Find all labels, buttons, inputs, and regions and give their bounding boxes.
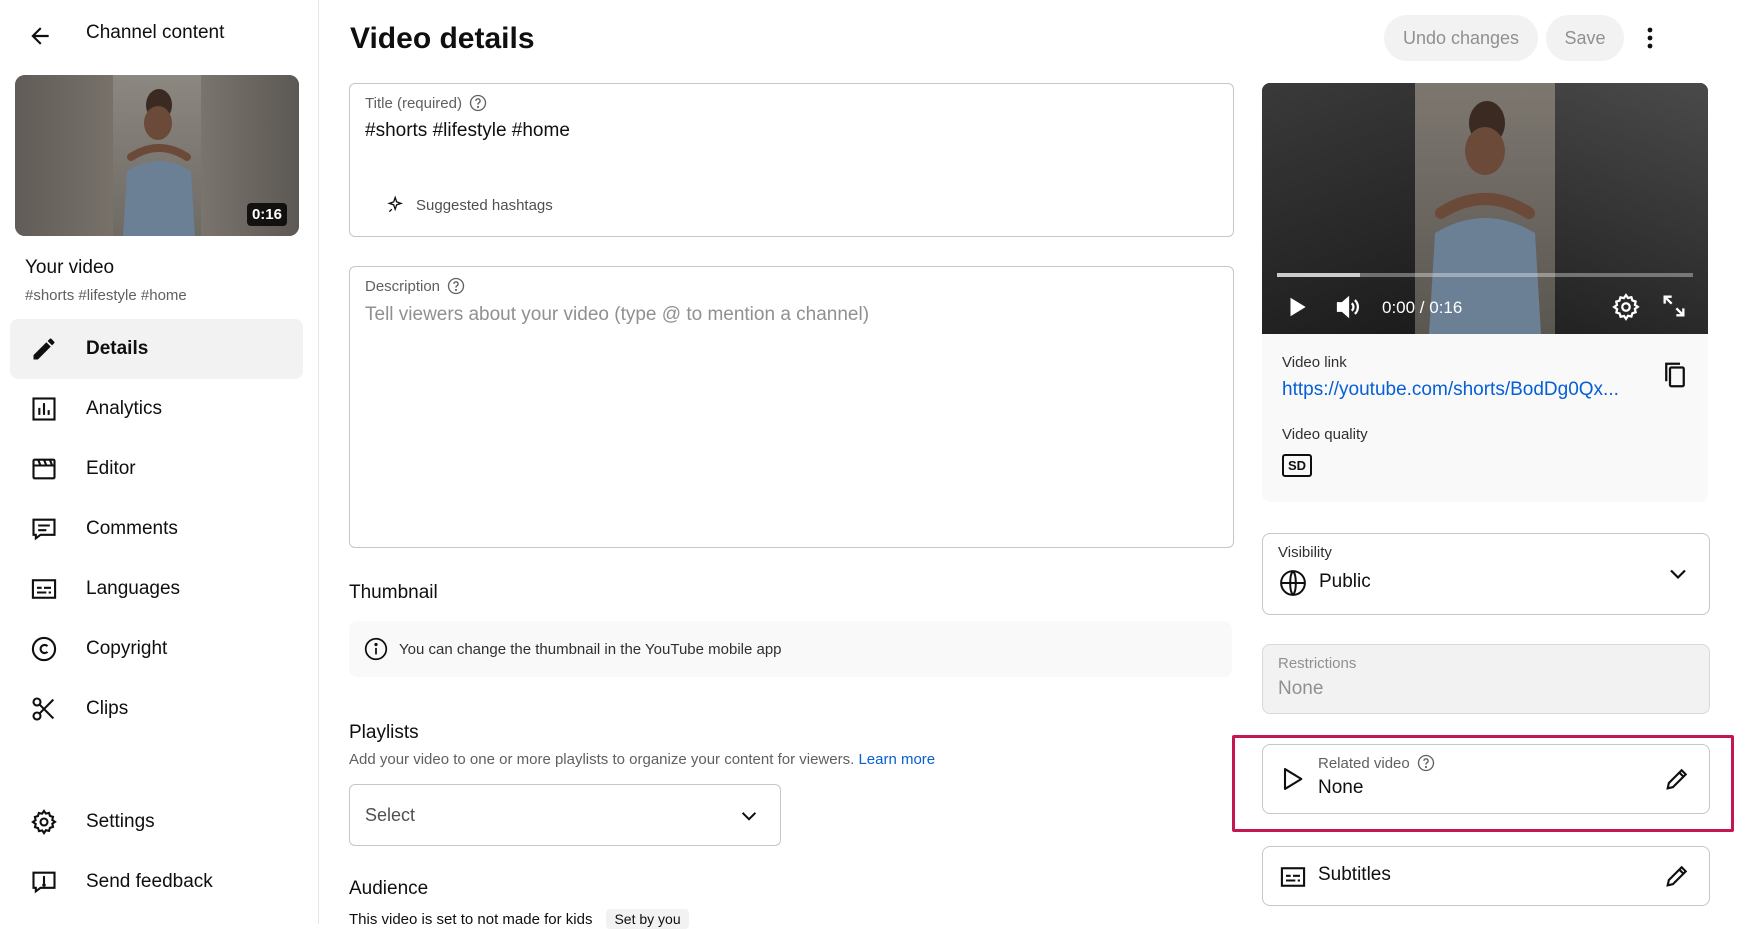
- nav-comments-label: Comments: [86, 518, 178, 539]
- clapperboard-icon: [24, 449, 64, 489]
- video-thumbnail[interactable]: 0:16: [15, 75, 299, 236]
- visibility-dropdown[interactable]: Visibility Public: [1262, 533, 1710, 615]
- thumbnail-info: You can change the thumbnail in the YouT…: [349, 621, 1232, 677]
- pencil-icon: [24, 329, 64, 369]
- video-progress-track[interactable]: [1277, 273, 1693, 277]
- undo-changes-button[interactable]: Undo changes: [1384, 15, 1538, 61]
- visibility-value: Public: [1319, 571, 1371, 592]
- video-link-label: Video link: [1282, 354, 1347, 371]
- subtitles-field[interactable]: Subtitles: [1262, 846, 1710, 906]
- nav-comments[interactable]: Comments: [10, 499, 303, 559]
- save-button[interactable]: Save: [1546, 15, 1624, 61]
- nav-details[interactable]: Details: [10, 319, 303, 379]
- thumbnail-heading: Thumbnail: [349, 582, 438, 603]
- visibility-label: Visibility: [1278, 544, 1332, 561]
- restrictions-field: Restrictions None: [1262, 644, 1710, 714]
- video-time: 0:00 / 0:16: [1382, 298, 1463, 317]
- back-arrow-icon[interactable]: [22, 18, 58, 54]
- sd-quality-badge: SD: [1282, 454, 1312, 477]
- description-label-text: Description: [365, 277, 441, 295]
- nav-clips-label: Clips: [86, 698, 129, 719]
- settings-icon[interactable]: [1611, 292, 1641, 322]
- related-video-highlight: [1232, 735, 1734, 832]
- playlist-select[interactable]: Select: [349, 784, 781, 846]
- play-icon[interactable]: [1284, 293, 1310, 321]
- nav-send-feedback[interactable]: Send feedback: [10, 852, 303, 912]
- volume-icon[interactable]: [1332, 292, 1364, 322]
- feedback-icon: [24, 862, 64, 902]
- nav-editor[interactable]: Editor: [10, 439, 303, 499]
- video-preview-card: 0:00 / 0:16 Video link https://youtube.c…: [1262, 83, 1708, 502]
- globe-icon: [1280, 570, 1306, 596]
- info-icon: [364, 637, 388, 661]
- nav-details-label: Details: [86, 338, 149, 359]
- nav-settings[interactable]: Settings: [10, 792, 303, 852]
- nav-send-feedback-label: Send feedback: [86, 871, 213, 892]
- video-player[interactable]: 0:00 / 0:16: [1262, 83, 1708, 334]
- nav-analytics[interactable]: Analytics: [10, 379, 303, 439]
- title-input[interactable]: #shorts #lifestyle #home: [365, 120, 570, 142]
- subtitles-label: Subtitles: [1318, 864, 1391, 885]
- nav-editor-label: Editor: [86, 458, 136, 479]
- sparkle-icon: [387, 195, 404, 213]
- video-quality-label: Video quality: [1282, 426, 1368, 443]
- thumbnail-duration: 0:16: [246, 203, 287, 226]
- nav-settings-label: Settings: [86, 811, 155, 832]
- edit-pencil-icon[interactable]: [1663, 862, 1691, 890]
- help-icon[interactable]: [468, 93, 488, 113]
- audience-status-text: This video is set to not made for kids: [349, 910, 593, 928]
- subtitles-icon: [24, 569, 64, 609]
- audience-status: This video is set to not made for kids S…: [349, 909, 689, 929]
- restrictions-label: Restrictions: [1278, 655, 1357, 672]
- thumbnail-info-text: You can change the thumbnail in the YouT…: [399, 640, 782, 658]
- playlists-description: Add your video to one or more playlists …: [349, 751, 935, 768]
- video-link[interactable]: https://youtube.com/shorts/BodDg0Qx...: [1282, 379, 1652, 401]
- fullscreen-icon[interactable]: [1660, 292, 1688, 320]
- audience-badge: Set by you: [606, 909, 689, 929]
- playlists-description-text: Add your video to one or more playlists …: [349, 751, 855, 768]
- suggested-hashtags-button[interactable]: Suggested hashtags: [386, 195, 553, 215]
- your-video-tags: #shorts #lifestyle #home: [25, 287, 187, 304]
- nav-analytics-label: Analytics: [86, 398, 163, 419]
- more-options-icon[interactable]: [1630, 18, 1670, 58]
- title-field[interactable]: Title (required) #shorts #lifestyle #hom…: [349, 83, 1234, 237]
- chevron-down-icon: [741, 812, 757, 821]
- nav-copyright-label: Copyright: [86, 638, 168, 659]
- suggested-hashtags-label: Suggested hashtags: [416, 196, 553, 214]
- restrictions-value: None: [1278, 678, 1324, 699]
- comment-icon: [24, 509, 64, 549]
- copyright-icon: [24, 629, 64, 669]
- nav-languages[interactable]: Languages: [10, 559, 303, 619]
- scissors-icon: [24, 689, 64, 729]
- sidebar: Channel content 0:16 Your video #shorts …: [0, 0, 319, 924]
- nav-clips[interactable]: Clips: [10, 679, 303, 739]
- title-field-label: Title (required): [365, 93, 488, 113]
- title-label-text: Title (required): [365, 94, 462, 112]
- analytics-icon: [24, 389, 64, 429]
- channel-content-title: Channel content: [86, 22, 225, 43]
- playlists-heading: Playlists: [349, 722, 419, 743]
- your-video-label: Your video: [25, 257, 115, 278]
- audience-heading: Audience: [349, 878, 429, 899]
- playlist-select-value: Select: [365, 804, 416, 825]
- learn-more-link[interactable]: Learn more: [858, 751, 935, 768]
- help-icon[interactable]: [446, 276, 466, 296]
- gear-icon: [24, 802, 64, 842]
- description-field[interactable]: Description Tell viewers about your vide…: [349, 266, 1234, 548]
- page-title: Video details: [350, 22, 535, 55]
- subtitles-icon: [1280, 867, 1306, 887]
- copy-icon[interactable]: [1660, 359, 1690, 391]
- nav-languages-label: Languages: [86, 578, 181, 599]
- description-field-label: Description: [365, 276, 466, 296]
- nav-copyright[interactable]: Copyright: [10, 619, 303, 679]
- video-progress-fill: [1277, 273, 1361, 277]
- description-input[interactable]: Tell viewers about your video (type @ to…: [365, 304, 869, 326]
- chevron-down-icon: [1670, 569, 1686, 580]
